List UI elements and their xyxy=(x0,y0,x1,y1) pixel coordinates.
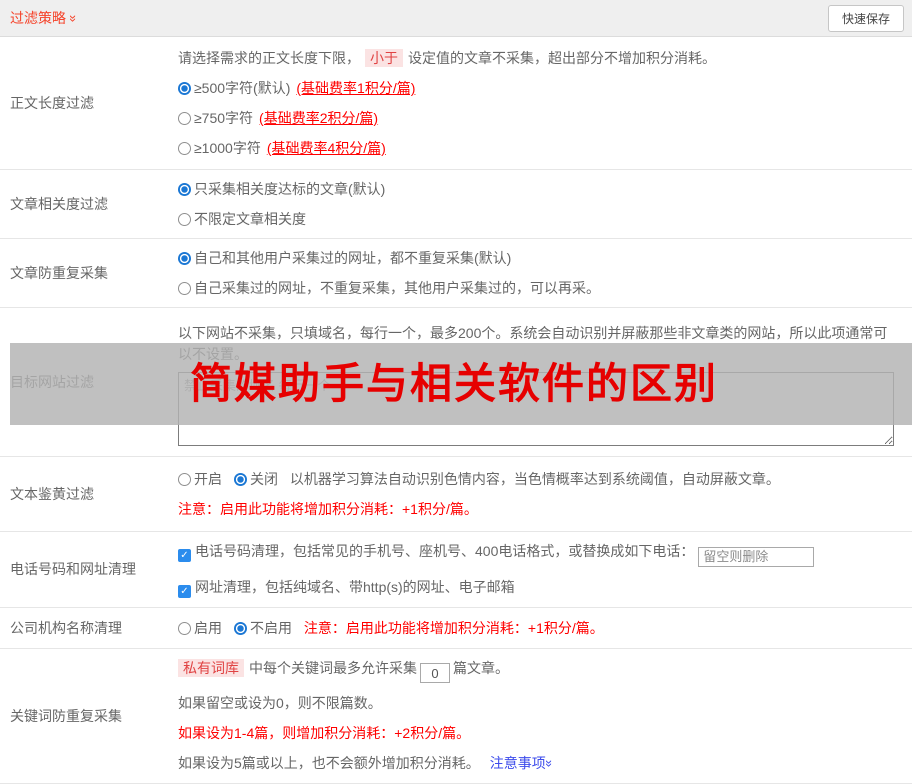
row-content-company-cleanup: 启用 不启用 注意：启用此功能将增加积分消耗：+1积分/篇。 xyxy=(178,608,912,648)
keyword-limit-suffix: 篇文章。 xyxy=(453,659,509,676)
notes-link-label[interactable]: 注意事项 xyxy=(490,755,546,771)
length-option-750-label[interactable]: ≥750字符 xyxy=(194,110,253,126)
porn-option-on-label[interactable]: 开启 xyxy=(194,471,222,487)
row-label-dedup-collection: 文章防重复采集 xyxy=(10,265,108,281)
replacement-phone-input[interactable] xyxy=(698,546,815,567)
row-content-phone-url-cleanup: ✓ 电话号码清理，包括常见的手机号、座机号、400电话格式，或替换成如下电话： ✓… xyxy=(178,532,912,607)
row-content-porn-filter: 开启 关闭 以机器学习算法自动识别色情内容，当色情概率达到系统阈值，自动屏蔽文章。… xyxy=(178,457,912,531)
row-content-dedup-collection: 自己和其他用户采集过的网址，都不重复采集(默认) 自己采集过的网址，不重复采集，… xyxy=(178,239,912,307)
dedup-option-all[interactable]: 自己和其他用户采集过的网址，都不重复采集(默认) xyxy=(178,248,904,268)
radio-button-icon[interactable] xyxy=(178,282,191,295)
section-row-length-filter: 正文长度过滤 请选择需求的正文长度下限， 小于 设定值的文章不采集，超出部分不增加积… xyxy=(0,37,912,170)
keyword-limit-input[interactable] xyxy=(420,663,450,684)
section-row-dedup-collection: 文章防重复采集 自己和其他用户采集过的网址，都不重复采集(默认) 自己采集过的网… xyxy=(0,239,912,308)
length-option-500[interactable]: ≥500字符(默认) (基础费率1积分/篇) xyxy=(178,78,904,98)
section-row-relevance-filter: 文章相关度过滤 只采集相关度达标的文章(默认) 不限定文章相关度 xyxy=(0,170,912,239)
radio-button-icon[interactable] xyxy=(178,252,191,265)
radio-button-icon[interactable] xyxy=(178,621,191,635)
length-option-1000[interactable]: ≥1000字符 (基础费率4积分/篇) xyxy=(178,138,904,158)
dedup-option-self[interactable]: 自己采集过的网址，不重复采集，其他用户采集过的，可以再采。 xyxy=(178,278,904,298)
keyword-note-5plus: 如果设为5篇或以上，也不会额外增加积分消耗。 xyxy=(178,755,480,772)
page-title-label: 过滤策略 xyxy=(10,10,66,26)
url-cleanup-label[interactable]: 网址清理，包括纯域名、带http(s)的网址、电子邮箱 xyxy=(195,579,515,595)
relevance-option-any-label[interactable]: 不限定文章相关度 xyxy=(194,211,306,227)
section-row-company-cleanup: 公司机构名称清理 启用 不启用 注意：启用此功能将增加积分消耗：+1积分/篇。 xyxy=(0,608,912,649)
row-label-porn-filter: 文本鉴黄过滤 xyxy=(10,486,94,502)
dedup-option-self-label[interactable]: 自己采集过的网址，不重复采集，其他用户采集过的，可以再采。 xyxy=(194,280,600,296)
length-option-1000-label[interactable]: ≥1000字符 xyxy=(194,140,261,156)
private-thesaurus-tag[interactable]: 私有词库 xyxy=(178,658,244,677)
page-title[interactable]: 过滤策略 » xyxy=(10,8,82,28)
company-option-on-label[interactable]: 启用 xyxy=(194,620,222,636)
porn-filter-note: 注意：启用此功能将增加积分消耗：+1积分/篇。 xyxy=(178,501,478,517)
blocked-domains-textarea[interactable] xyxy=(178,371,894,446)
radio-button-icon[interactable] xyxy=(234,621,247,635)
phone-cleanup-line: ✓ 电话号码清理，包括常见的手机号、座机号、400电话格式，或替换成如下电话： xyxy=(178,541,904,567)
keyword-note-zero: 如果留空或设为0，则不限篇数。 xyxy=(178,695,382,712)
row-content-keyword-dedup: 私有词库中每个关键词最多允许采集 篇文章。 如果留空或设为0，则不限篇数。 如果设… xyxy=(178,649,912,783)
company-cleanup-note: 注意：启用此功能将增加积分消耗：+1积分/篇。 xyxy=(303,619,604,636)
relevance-option-strict-label[interactable]: 只采集相关度达标的文章(默认) xyxy=(194,181,385,197)
dedup-option-all-label[interactable]: 自己和其他用户采集过的网址，都不重复采集(默认) xyxy=(194,250,511,266)
length-option-500-label[interactable]: ≥500字符(默认) xyxy=(194,80,290,96)
company-option-off-label[interactable]: 不启用 xyxy=(250,620,292,636)
phone-cleanup-label[interactable]: 电话号码清理，包括常见的手机号、座机号、400电话格式，或替换成如下电话： xyxy=(195,543,694,559)
porn-filter-options-line: 开启 关闭 以机器学习算法自动识别色情内容，当色情概率达到系统阈值，自动屏蔽文章。 xyxy=(178,469,904,489)
section-row-site-filter: 目标网站过滤 以下网站不采集，只填域名，每行一个，最多200个。系统会自动识别并… xyxy=(0,308,912,457)
porn-filter-description: 以机器学习算法自动识别色情内容，当色情概率达到系统阈值，自动屏蔽文章。 xyxy=(289,471,780,487)
radio-button-icon[interactable] xyxy=(178,213,191,226)
radio-button-icon[interactable] xyxy=(178,82,191,95)
notes-link[interactable]: 注意事项» xyxy=(490,755,557,771)
row-label-relevance-filter: 文章相关度过滤 xyxy=(10,196,108,212)
length-intro-pre: 请选择需求的正文长度下限， xyxy=(178,50,360,66)
radio-button-icon[interactable] xyxy=(234,473,247,486)
row-content-length-filter: 请选择需求的正文长度下限， 小于 设定值的文章不采集，超出部分不增加积分消耗。 ≥5… xyxy=(178,37,912,169)
page-header: 过滤策略 » 快速保存 xyxy=(0,0,912,37)
row-content-site-filter: 以下网站不采集，只填域名，每行一个，最多200个。系统会自动识别并屏蔽那些非文章… xyxy=(178,308,912,456)
length-intro-post: 设定值的文章不采集，超出部分不增加积分消耗。 xyxy=(408,50,716,66)
length-option-1000-fee: (基础费率4积分/篇) xyxy=(266,140,386,156)
section-row-phone-url-cleanup: 电话号码和网址清理 ✓ 电话号码清理，包括常见的手机号、座机号、400电话格式，或… xyxy=(0,532,912,608)
checkbox-checked-icon[interactable]: ✓ xyxy=(178,549,191,562)
section-row-keyword-dedup: 关键词防重复采集 私有词库中每个关键词最多允许采集 篇文章。 如果留空或设为0，则… xyxy=(0,649,912,784)
length-option-500-fee: (基础费率1积分/篇) xyxy=(296,80,416,96)
row-label-company-cleanup: 公司机构名称清理 xyxy=(10,619,122,636)
row-label-length-filter: 正文长度过滤 xyxy=(10,95,94,111)
length-option-750[interactable]: ≥750字符 (基础费率2积分/篇) xyxy=(178,108,904,128)
length-option-750-fee: (基础费率2积分/篇) xyxy=(259,110,379,126)
row-content-relevance-filter: 只采集相关度达标的文章(默认) 不限定文章相关度 xyxy=(178,170,912,238)
keyword-note-1-4: 如果设为1-4篇，则增加积分消耗：+2积分/篇。 xyxy=(178,725,471,742)
radio-button-icon[interactable] xyxy=(178,473,191,486)
radio-button-icon[interactable] xyxy=(178,112,191,125)
section-row-porn-filter: 文本鉴黄过滤 开启 关闭 以机器学习算法自动识别色情内容，当色情概率达到系统阈值，… xyxy=(0,457,912,532)
keyword-note-5plus-line: 如果设为5篇或以上，也不会额外增加积分消耗。 注意事项» xyxy=(178,753,904,773)
chevron-double-down-icon: » xyxy=(541,760,557,768)
length-intro-line: 请选择需求的正文长度下限， 小于 设定值的文章不采集，超出部分不增加积分消耗。 xyxy=(178,48,904,68)
porn-option-off-label[interactable]: 关闭 xyxy=(250,471,278,487)
site-filter-description: 以下网站不采集，只填域名，每行一个，最多200个。系统会自动识别并屏蔽那些非文章… xyxy=(178,324,888,362)
row-label-phone-url-cleanup: 电话号码和网址清理 xyxy=(10,561,136,578)
radio-button-icon[interactable] xyxy=(178,142,191,155)
relevance-option-any[interactable]: 不限定文章相关度 xyxy=(178,209,904,229)
less-than-tag: 小于 xyxy=(365,49,403,67)
keyword-limit-text: 中每个关键词最多允许采集 xyxy=(249,659,417,676)
relevance-option-strict[interactable]: 只采集相关度达标的文章(默认) xyxy=(178,179,904,199)
radio-button-icon[interactable] xyxy=(178,183,191,196)
chevron-double-down-icon: » xyxy=(66,14,82,22)
quick-save-button[interactable]: 快速保存 xyxy=(827,4,904,32)
row-label-keyword-dedup: 关键词防重复采集 xyxy=(10,707,122,724)
checkbox-checked-icon[interactable]: ✓ xyxy=(178,584,191,598)
row-label-site-filter: 目标网站过滤 xyxy=(10,374,94,390)
url-cleanup-line: ✓ 网址清理，包括纯域名、带http(s)的网址、电子邮箱 xyxy=(178,577,904,598)
keyword-limit-line: 私有词库中每个关键词最多允许采集 篇文章。 xyxy=(178,658,904,684)
company-cleanup-options-line: 启用 不启用 注意：启用此功能将增加积分消耗：+1积分/篇。 xyxy=(178,618,904,638)
